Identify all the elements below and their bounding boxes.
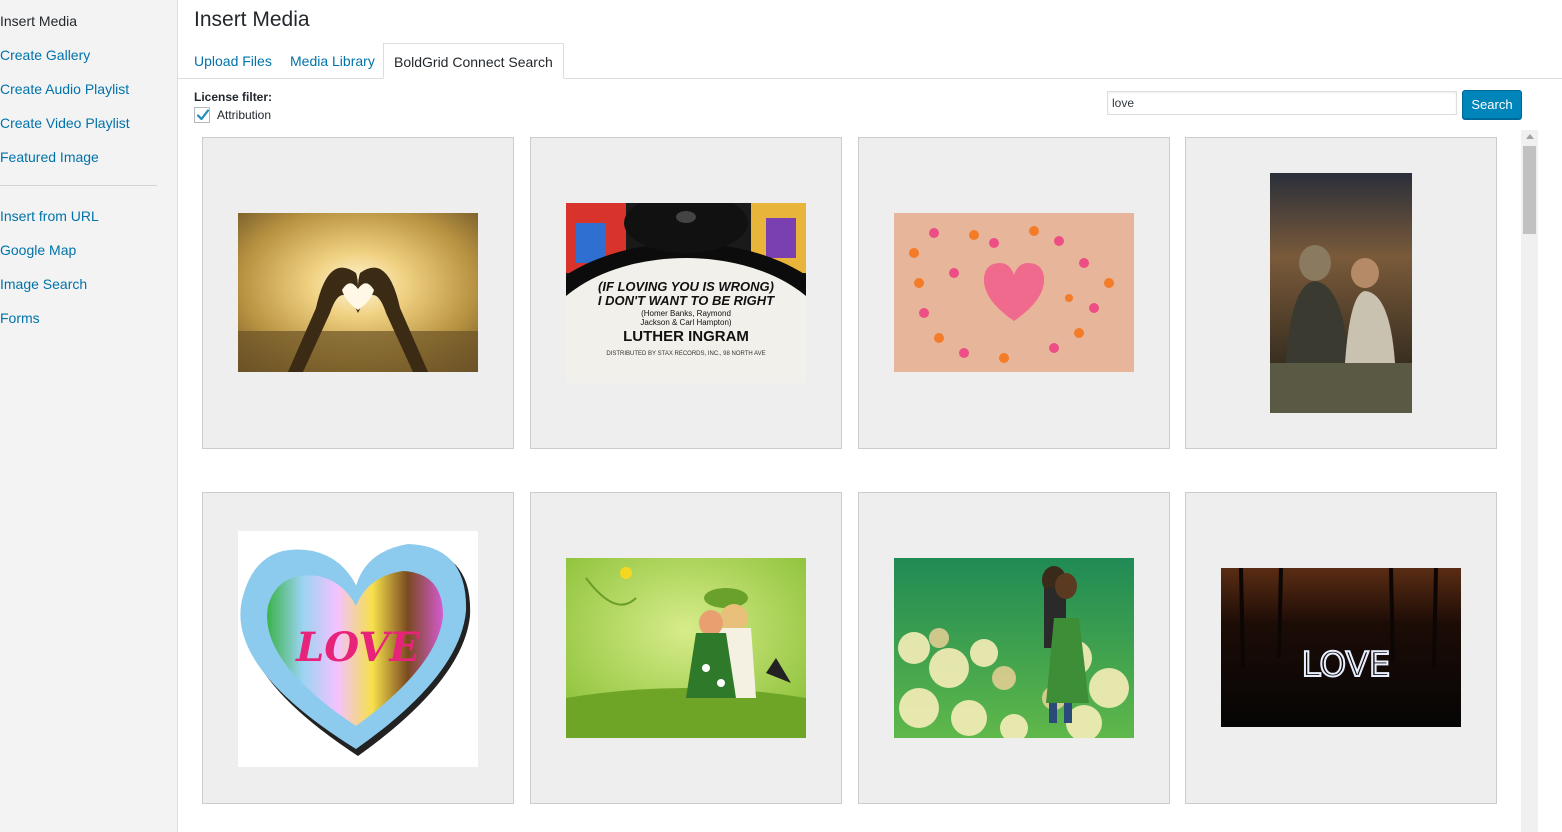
sidebar-item-create-video-playlist[interactable]: Create Video Playlist: [0, 115, 130, 131]
result-tile-7[interactable]: [858, 492, 1170, 804]
result-tile-1[interactable]: [202, 137, 514, 449]
sidebar-separator: [0, 185, 157, 186]
sidebar-item-create-audio-playlist[interactable]: Create Audio Playlist: [0, 81, 129, 97]
result-tile-4[interactable]: [1185, 137, 1497, 449]
result-image-heart-hands: [238, 213, 478, 372]
media-sidebar: Insert Media Create Gallery Create Audio…: [0, 0, 178, 832]
sidebar-item-insert-from-url[interactable]: Insert from URL: [0, 208, 99, 224]
record-label-line-1: (IF LOVING YOU IS WRONG): [598, 279, 774, 294]
attribution-checkbox[interactable]: [194, 107, 210, 123]
result-image-paper-heart: [894, 213, 1134, 372]
love-graffiti-text: LOVE: [295, 624, 420, 671]
record-label-artist: LUTHER INGRAM: [623, 328, 749, 345]
sidebar-item-forms[interactable]: Forms: [0, 310, 40, 326]
light-painting-text: LOVE: [1302, 645, 1391, 685]
page-title: Insert Media: [194, 8, 310, 31]
scrollbar-thumb[interactable]: [1523, 146, 1536, 234]
checkmark-icon: [196, 109, 210, 121]
scroll-up-arrow-icon[interactable]: [1526, 134, 1534, 139]
record-label-distributor: DISTRIBUTED BY STAX RECORDS, INC., 98 NO…: [606, 351, 765, 357]
result-image-green-couple: [566, 558, 806, 738]
tab-boldgrid-connect-search[interactable]: BoldGrid Connect Search: [383, 43, 564, 79]
tab-upload-files[interactable]: Upload Files: [194, 43, 272, 79]
sidebar-item-insert-media[interactable]: Insert Media: [0, 13, 77, 29]
result-tile-8[interactable]: LOVE: [1185, 492, 1497, 804]
results-scrollbar[interactable]: [1521, 130, 1538, 832]
sidebar-item-image-search[interactable]: Image Search: [0, 276, 87, 292]
record-label-line-2: I DON'T WANT TO BE RIGHT: [598, 293, 775, 308]
record-label-line-4: Jackson & Carl Hampton): [640, 318, 731, 327]
sidebar-item-create-gallery[interactable]: Create Gallery: [0, 47, 90, 63]
sidebar-item-featured-image[interactable]: Featured Image: [0, 149, 99, 165]
result-tile-2[interactable]: (IF LOVING YOU IS WRONG) I DON'T WANT TO…: [530, 137, 842, 449]
result-image-rainbow-heart: LOVE: [238, 531, 478, 767]
tab-media-library[interactable]: Media Library: [290, 43, 375, 79]
result-image-vinyl-record: (IF LOVING YOU IS WRONG) I DON'T WANT TO…: [566, 203, 806, 383]
result-image-mother-child: [1270, 173, 1412, 413]
search-input[interactable]: [1107, 91, 1457, 115]
sidebar-item-google-map[interactable]: Google Map: [0, 242, 76, 258]
license-filter-label: License filter:: [194, 90, 273, 104]
result-tile-3[interactable]: [858, 137, 1170, 449]
result-image-light-painting-love: LOVE: [1221, 568, 1461, 727]
record-label-line-3: (Homer Banks, Raymond: [641, 309, 731, 318]
result-image-flower-field-couple: [894, 558, 1134, 738]
result-tile-5[interactable]: LOVE: [202, 492, 514, 804]
result-tile-6[interactable]: [530, 492, 842, 804]
search-button[interactable]: Search: [1462, 90, 1522, 119]
attribution-label: Attribution: [217, 108, 272, 122]
